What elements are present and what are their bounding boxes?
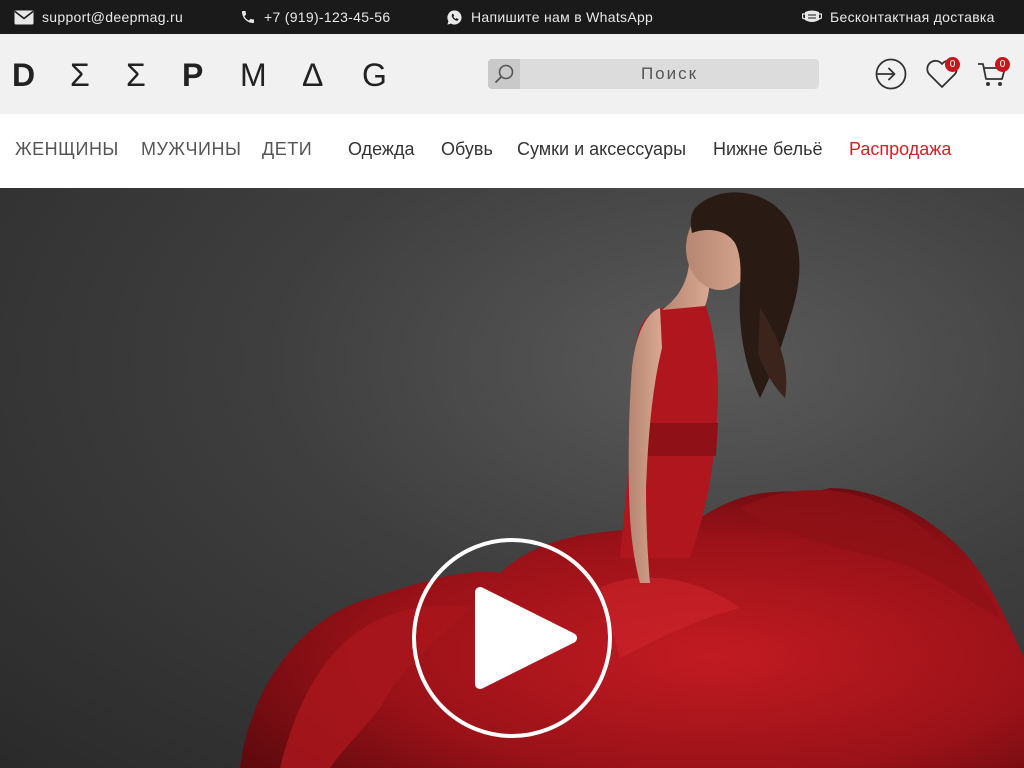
site-header: D Σ Σ P M Δ G 0 0: [0, 34, 1024, 114]
logo-letter: D: [12, 57, 35, 92]
mail-icon: [14, 10, 34, 24]
main-nav: ЖЕНЩИНЫ МУЖЧИНЫ ДЕТИ Одежда Обувь Сумки …: [0, 114, 1024, 188]
logo-letter: P: [182, 57, 203, 92]
delivery-info: Бесконтактная доставка: [802, 0, 995, 34]
logo-letter: G: [362, 57, 387, 92]
play-video-button[interactable]: [412, 538, 612, 738]
mask-icon: [802, 10, 822, 22]
nav-women[interactable]: ЖЕНЩИНЫ: [15, 139, 119, 160]
logo-letter: M: [240, 57, 267, 92]
wishlist-count-badge: 0: [945, 57, 960, 72]
nav-shoes[interactable]: Обувь: [441, 139, 493, 160]
nav-underwear[interactable]: Нижне бельё: [713, 139, 822, 160]
support-email-text: support@deepmag.ru: [42, 9, 184, 25]
nav-men[interactable]: МУЖЧИНЫ: [141, 139, 241, 160]
cart-count-badge: 0: [995, 57, 1010, 72]
search-bar: [488, 59, 819, 89]
nav-kids[interactable]: ДЕТИ: [262, 139, 312, 160]
hero-banner: [0, 188, 1024, 768]
whatsapp-link[interactable]: Напишите нам в WhatsApp: [446, 0, 653, 34]
logo-letter: Δ: [302, 57, 323, 92]
wishlist-button[interactable]: 0: [922, 54, 962, 94]
site-logo[interactable]: D Σ Σ P M Δ G: [12, 56, 392, 92]
whatsapp-icon: [447, 9, 462, 25]
whatsapp-text: Напишите нам в WhatsApp: [471, 9, 654, 25]
nav-clothing[interactable]: Одежда: [348, 139, 414, 160]
nav-bags-accessories[interactable]: Сумки и аксессуары: [517, 139, 686, 160]
cart-button[interactable]: 0: [972, 54, 1012, 94]
nav-sale[interactable]: Распродажа: [849, 139, 951, 160]
play-icon: [475, 587, 577, 689]
support-email-link[interactable]: support@deepmag.ru: [14, 0, 183, 34]
login-icon: [875, 58, 907, 90]
logo-letter: Σ: [70, 57, 90, 92]
search-icon[interactable]: [488, 59, 520, 89]
phone-text: +7 (919)-123-45-56: [264, 9, 391, 25]
login-button[interactable]: [871, 54, 911, 94]
search-input[interactable]: [520, 59, 819, 89]
phone-link[interactable]: +7 (919)-123-45-56: [240, 0, 390, 34]
delivery-text: Бесконтактная доставка: [830, 9, 995, 25]
top-bar: support@deepmag.ru +7 (919)-123-45-56 На…: [0, 0, 1024, 34]
phone-icon: [242, 11, 254, 23]
logo-letter: Σ: [126, 57, 146, 92]
